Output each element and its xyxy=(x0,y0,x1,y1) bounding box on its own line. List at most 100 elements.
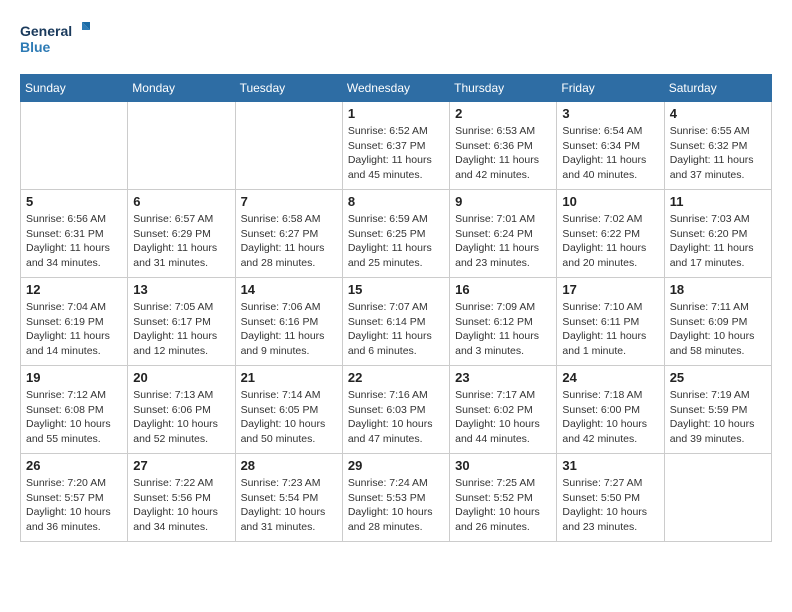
calendar-cell: 14 Sunrise: 7:06 AM Sunset: 6:16 PM Dayli… xyxy=(235,278,342,366)
day-number: 10 xyxy=(562,194,658,209)
calendar-cell: 12 Sunrise: 7:04 AM Sunset: 6:19 PM Dayli… xyxy=(21,278,128,366)
day-number: 25 xyxy=(670,370,766,385)
calendar-cell: 31 Sunrise: 7:27 AM Sunset: 5:50 PM Dayli… xyxy=(557,454,664,542)
day-number: 29 xyxy=(348,458,444,473)
day-number: 6 xyxy=(133,194,229,209)
day-info: Sunrise: 6:57 AM Sunset: 6:29 PM Dayligh… xyxy=(133,212,229,271)
calendar-cell: 3 Sunrise: 6:54 AM Sunset: 6:34 PM Daylig… xyxy=(557,102,664,190)
calendar-cell: 25 Sunrise: 7:19 AM Sunset: 5:59 PM Dayli… xyxy=(664,366,771,454)
week-row-5: 26Sunrise: 7:20 AM Sunset: 5:57 PM Dayli… xyxy=(21,454,772,542)
calendar-cell: 11 Sunrise: 7:03 AM Sunset: 6:20 PM Dayli… xyxy=(664,190,771,278)
header-row: SundayMondayTuesdayWednesdayThursdayFrid… xyxy=(21,75,772,102)
calendar-cell: 8 Sunrise: 6:59 AM Sunset: 6:25 PM Daylig… xyxy=(342,190,449,278)
day-number: 15 xyxy=(348,282,444,297)
calendar-cell xyxy=(21,102,128,190)
day-number: 11 xyxy=(670,194,766,209)
day-info: Sunrise: 7:14 AM Sunset: 6:05 PM Dayligh… xyxy=(241,388,337,447)
calendar-cell: 26Sunrise: 7:20 AM Sunset: 5:57 PM Dayli… xyxy=(21,454,128,542)
day-info: Sunrise: 7:11 AM Sunset: 6:09 PM Dayligh… xyxy=(670,300,766,359)
day-number: 18 xyxy=(670,282,766,297)
logo-svg: General Blue xyxy=(20,20,90,58)
day-info: Sunrise: 7:07 AM Sunset: 6:14 PM Dayligh… xyxy=(348,300,444,359)
calendar-cell: 20Sunrise: 7:13 AM Sunset: 6:06 PM Dayli… xyxy=(128,366,235,454)
calendar-cell: 1 Sunrise: 6:52 AM Sunset: 6:37 PM Daylig… xyxy=(342,102,449,190)
day-number: 13 xyxy=(133,282,229,297)
calendar-cell: 21 Sunrise: 7:14 AM Sunset: 6:05 PM Dayli… xyxy=(235,366,342,454)
calendar-cell xyxy=(235,102,342,190)
day-info: Sunrise: 7:16 AM Sunset: 6:03 PM Dayligh… xyxy=(348,388,444,447)
calendar-cell: 22Sunrise: 7:16 AM Sunset: 6:03 PM Dayli… xyxy=(342,366,449,454)
day-number: 23 xyxy=(455,370,551,385)
week-row-1: 1 Sunrise: 6:52 AM Sunset: 6:37 PM Daylig… xyxy=(21,102,772,190)
day-info: Sunrise: 7:22 AM Sunset: 5:56 PM Dayligh… xyxy=(133,476,229,535)
day-info: Sunrise: 6:55 AM Sunset: 6:32 PM Dayligh… xyxy=(670,124,766,183)
day-info: Sunrise: 7:24 AM Sunset: 5:53 PM Dayligh… xyxy=(348,476,444,535)
day-info: Sunrise: 7:23 AM Sunset: 5:54 PM Dayligh… xyxy=(241,476,337,535)
day-number: 24 xyxy=(562,370,658,385)
day-header-sunday: Sunday xyxy=(21,75,128,102)
calendar-cell: 13 Sunrise: 7:05 AM Sunset: 6:17 PM Dayli… xyxy=(128,278,235,366)
day-header-friday: Friday xyxy=(557,75,664,102)
calendar-cell: 16 Sunrise: 7:09 AM Sunset: 6:12 PM Dayli… xyxy=(450,278,557,366)
day-number: 12 xyxy=(26,282,122,297)
day-info: Sunrise: 7:17 AM Sunset: 6:02 PM Dayligh… xyxy=(455,388,551,447)
day-number: 5 xyxy=(26,194,122,209)
day-info: Sunrise: 7:06 AM Sunset: 6:16 PM Dayligh… xyxy=(241,300,337,359)
svg-text:Blue: Blue xyxy=(20,39,51,55)
day-info: Sunrise: 6:56 AM Sunset: 6:31 PM Dayligh… xyxy=(26,212,122,271)
day-info: Sunrise: 6:59 AM Sunset: 6:25 PM Dayligh… xyxy=(348,212,444,271)
day-number: 28 xyxy=(241,458,337,473)
week-row-4: 19 Sunrise: 7:12 AM Sunset: 6:08 PM Dayli… xyxy=(21,366,772,454)
day-number: 19 xyxy=(26,370,122,385)
day-info: Sunrise: 7:13 AM Sunset: 6:06 PM Dayligh… xyxy=(133,388,229,447)
day-header-monday: Monday xyxy=(128,75,235,102)
day-info: Sunrise: 7:01 AM Sunset: 6:24 PM Dayligh… xyxy=(455,212,551,271)
day-info: Sunrise: 7:02 AM Sunset: 6:22 PM Dayligh… xyxy=(562,212,658,271)
day-info: Sunrise: 7:20 AM Sunset: 5:57 PM Dayligh… xyxy=(26,476,122,535)
calendar-table: SundayMondayTuesdayWednesdayThursdayFrid… xyxy=(20,74,772,542)
day-number: 8 xyxy=(348,194,444,209)
day-number: 1 xyxy=(348,106,444,121)
day-number: 14 xyxy=(241,282,337,297)
day-info: Sunrise: 7:19 AM Sunset: 5:59 PM Dayligh… xyxy=(670,388,766,447)
day-number: 31 xyxy=(562,458,658,473)
calendar-cell: 28 Sunrise: 7:23 AM Sunset: 5:54 PM Dayli… xyxy=(235,454,342,542)
calendar-cell: 18 Sunrise: 7:11 AM Sunset: 6:09 PM Dayli… xyxy=(664,278,771,366)
calendar-cell: 9 Sunrise: 7:01 AM Sunset: 6:24 PM Daylig… xyxy=(450,190,557,278)
calendar-cell: 2 Sunrise: 6:53 AM Sunset: 6:36 PM Daylig… xyxy=(450,102,557,190)
logo: General Blue xyxy=(20,20,90,58)
day-info: Sunrise: 7:12 AM Sunset: 6:08 PM Dayligh… xyxy=(26,388,122,447)
day-number: 27 xyxy=(133,458,229,473)
day-number: 21 xyxy=(241,370,337,385)
svg-text:General: General xyxy=(20,23,72,39)
day-info: Sunrise: 6:52 AM Sunset: 6:37 PM Dayligh… xyxy=(348,124,444,183)
week-row-2: 5 Sunrise: 6:56 AM Sunset: 6:31 PM Daylig… xyxy=(21,190,772,278)
calendar-cell: 10 Sunrise: 7:02 AM Sunset: 6:22 PM Dayli… xyxy=(557,190,664,278)
day-info: Sunrise: 7:04 AM Sunset: 6:19 PM Dayligh… xyxy=(26,300,122,359)
day-info: Sunrise: 7:10 AM Sunset: 6:11 PM Dayligh… xyxy=(562,300,658,359)
page-header: General Blue xyxy=(20,20,772,58)
day-number: 16 xyxy=(455,282,551,297)
day-info: Sunrise: 6:54 AM Sunset: 6:34 PM Dayligh… xyxy=(562,124,658,183)
day-header-thursday: Thursday xyxy=(450,75,557,102)
calendar-cell: 4Sunrise: 6:55 AM Sunset: 6:32 PM Daylig… xyxy=(664,102,771,190)
calendar-cell: 23 Sunrise: 7:17 AM Sunset: 6:02 PM Dayli… xyxy=(450,366,557,454)
week-row-3: 12 Sunrise: 7:04 AM Sunset: 6:19 PM Dayli… xyxy=(21,278,772,366)
day-number: 2 xyxy=(455,106,551,121)
calendar-cell: 15 Sunrise: 7:07 AM Sunset: 6:14 PM Dayli… xyxy=(342,278,449,366)
day-info: Sunrise: 7:03 AM Sunset: 6:20 PM Dayligh… xyxy=(670,212,766,271)
calendar-cell: 27 Sunrise: 7:22 AM Sunset: 5:56 PM Dayli… xyxy=(128,454,235,542)
day-info: Sunrise: 7:09 AM Sunset: 6:12 PM Dayligh… xyxy=(455,300,551,359)
day-header-wednesday: Wednesday xyxy=(342,75,449,102)
calendar-cell xyxy=(128,102,235,190)
day-info: Sunrise: 7:18 AM Sunset: 6:00 PM Dayligh… xyxy=(562,388,658,447)
day-info: Sunrise: 7:27 AM Sunset: 5:50 PM Dayligh… xyxy=(562,476,658,535)
day-info: Sunrise: 7:05 AM Sunset: 6:17 PM Dayligh… xyxy=(133,300,229,359)
day-number: 17 xyxy=(562,282,658,297)
day-header-saturday: Saturday xyxy=(664,75,771,102)
day-info: Sunrise: 6:53 AM Sunset: 6:36 PM Dayligh… xyxy=(455,124,551,183)
day-number: 3 xyxy=(562,106,658,121)
day-number: 9 xyxy=(455,194,551,209)
calendar-cell: 17 Sunrise: 7:10 AM Sunset: 6:11 PM Dayli… xyxy=(557,278,664,366)
calendar-cell: 7Sunrise: 6:58 AM Sunset: 6:27 PM Daylig… xyxy=(235,190,342,278)
